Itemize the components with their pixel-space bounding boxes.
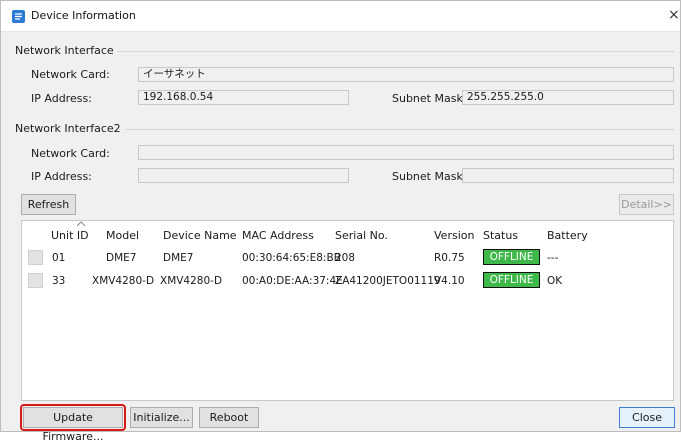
network-interface-group-title: Network Interface: [15, 44, 118, 57]
column-header-device-name[interactable]: Device Name: [163, 229, 237, 242]
unit-id-cell: 01: [52, 252, 66, 264]
column-header-model[interactable]: Model: [106, 229, 139, 242]
network-card-label: Network Card:: [31, 68, 110, 81]
initialize-button[interactable]: Initialize...: [130, 407, 193, 428]
model-cell: XMV4280-D: [92, 275, 155, 287]
column-header-status[interactable]: Status: [483, 229, 518, 242]
ip-address-2-field: [138, 168, 349, 183]
ip-address-2-label: IP Address:: [31, 170, 92, 183]
column-header-mac-address[interactable]: MAC Address: [242, 229, 314, 242]
mac-address-cell: 00:A0:DE:AA:37:4E: [242, 275, 343, 287]
table-row[interactable]: 33 XMV4280-D XMV4280-D 00:A0:DE:AA:37:4E…: [22, 271, 673, 291]
version-cell: V4.10: [434, 275, 465, 287]
subnet-mask-2-field: [462, 168, 674, 183]
subnet-mask-2-label: Subnet Mask:: [392, 170, 467, 183]
serial-no-cell: ZA41200JETO01119: [335, 275, 441, 287]
column-header-version[interactable]: Version: [434, 229, 474, 242]
table-row[interactable]: 01 DME7 DME7 00:30:64:65:E8:BB 208 R0.75…: [22, 248, 673, 268]
subnet-mask-label: Subnet Mask:: [392, 92, 467, 105]
device-name-cell: XMV4280-D: [160, 275, 223, 287]
serial-no-cell: 208: [335, 252, 356, 264]
row-select-box[interactable]: [28, 250, 43, 265]
network-interface2-group-title: Network Interface2: [15, 122, 125, 135]
device-info-app-icon: [12, 10, 25, 23]
ip-address-field: 192.168.0.54: [138, 90, 349, 105]
refresh-button[interactable]: Refresh: [21, 194, 76, 215]
detail-button[interactable]: Detail>>: [619, 194, 674, 215]
reboot-button[interactable]: Reboot: [199, 407, 259, 428]
device-name-cell: DME7: [163, 252, 194, 264]
model-cell: DME7: [106, 252, 137, 264]
battery-cell: OK: [547, 275, 563, 287]
network-card-field: イーサネット: [138, 67, 674, 82]
device-table: Unit ID Model Device Name MAC Address Se…: [21, 220, 674, 401]
highlight-box: [20, 404, 126, 431]
column-header-battery[interactable]: Battery: [547, 229, 588, 242]
version-cell: R0.75: [434, 252, 465, 264]
network-card-2-label: Network Card:: [31, 147, 110, 160]
row-select-box[interactable]: [28, 273, 43, 288]
close-button[interactable]: Close: [619, 407, 675, 428]
title-bar: Device Information ×: [1, 1, 680, 32]
network-card-2-field: [138, 145, 674, 160]
ip-address-label: IP Address:: [31, 92, 92, 105]
column-header-serial-no[interactable]: Serial No.: [335, 229, 388, 242]
subnet-mask-field: 255.255.255.0: [462, 90, 674, 105]
device-information-dialog: Device Information × Network Interface N…: [0, 0, 681, 443]
status-badge: OFFLINE: [483, 249, 540, 265]
mac-address-cell: 00:30:64:65:E8:BB: [242, 252, 341, 264]
sort-arrow-icon[interactable]: [76, 221, 86, 229]
battery-cell: ---: [547, 252, 559, 264]
close-icon[interactable]: ×: [668, 7, 680, 23]
status-badge: OFFLINE: [483, 272, 540, 288]
window-title: Device Information: [31, 9, 136, 22]
unit-id-cell: 33: [52, 275, 66, 287]
column-header-unit-id[interactable]: Unit ID: [51, 229, 89, 242]
